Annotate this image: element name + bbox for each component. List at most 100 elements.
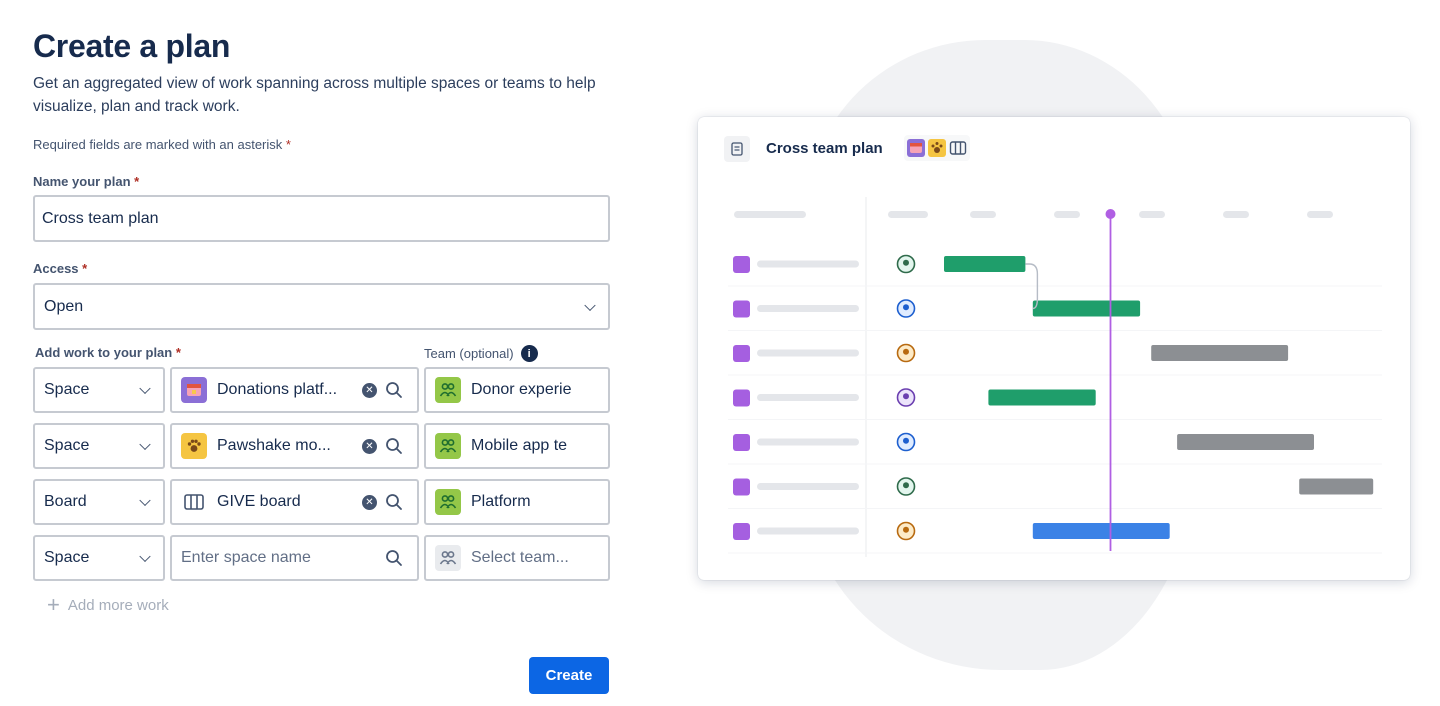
add-work-label: Add work to your plan * xyxy=(35,345,181,360)
timeline-bar xyxy=(988,389,1096,406)
search-icon[interactable] xyxy=(385,493,403,511)
team-picker[interactable]: Donor experie xyxy=(424,367,610,413)
required-marker: * xyxy=(134,174,140,189)
timeline-bar xyxy=(1177,434,1314,450)
work-source-value: GIVE board xyxy=(217,493,301,510)
date-placeholder xyxy=(1307,211,1333,218)
work-item-icon xyxy=(733,300,750,318)
plan-name-input[interactable]: Cross team plan xyxy=(33,195,610,242)
work-type-value: Space xyxy=(44,381,90,398)
avatar-face xyxy=(903,482,909,489)
team-picker[interactable]: Select team... xyxy=(424,535,610,581)
add-more-work-button[interactable]: + Add more work xyxy=(47,592,169,617)
timeline-chart xyxy=(728,197,1382,557)
required-marker: * xyxy=(82,261,88,276)
avatar-face xyxy=(903,393,909,400)
work-type-select[interactable]: Space xyxy=(33,423,165,469)
team-value: Platform xyxy=(471,493,531,510)
required-note-text: Required fields are marked with an aster… xyxy=(33,137,283,152)
required-marker: * xyxy=(175,345,181,360)
header-placeholder xyxy=(734,211,806,218)
timeline-bar xyxy=(1299,478,1374,495)
work-source-picker[interactable]: Pawshake mo... ✕ xyxy=(170,423,419,469)
space-name-placeholder: Enter space name xyxy=(181,549,311,566)
work-item-placeholder xyxy=(757,527,859,535)
work-item-icon xyxy=(733,256,750,273)
work-type-select[interactable]: Space xyxy=(33,367,165,413)
work-item-placeholder xyxy=(757,438,859,446)
work-type-value: Board xyxy=(44,493,87,510)
chevron-down-icon xyxy=(139,382,151,395)
work-type-select[interactable]: Board xyxy=(33,479,165,525)
team-icon xyxy=(435,545,461,571)
team-picker[interactable]: Platform xyxy=(424,479,610,525)
donations-space-icon xyxy=(181,377,207,403)
team-picker[interactable]: Mobile app te xyxy=(424,423,610,469)
date-placeholder xyxy=(1223,211,1249,218)
work-item-placeholder xyxy=(757,483,859,490)
info-icon[interactable]: i xyxy=(520,345,538,362)
chevron-down-icon xyxy=(139,494,151,507)
required-fields-note: Required fields are marked with an aster… xyxy=(33,137,291,152)
timeline-bar xyxy=(944,256,1026,272)
team-icon xyxy=(435,433,461,459)
access-label-text: Access xyxy=(33,261,79,276)
search-icon[interactable] xyxy=(385,549,403,567)
avatar-face xyxy=(903,437,909,444)
work-item-icon xyxy=(733,345,750,362)
work-source-picker[interactable]: Donations platf... ✕ xyxy=(170,367,419,413)
avatar-face xyxy=(903,259,909,266)
page-subtitle: Get an aggregated view of work spanning … xyxy=(33,75,596,115)
access-select[interactable]: Open xyxy=(33,283,610,330)
team-label: Team (optional) i xyxy=(424,345,538,362)
date-placeholder xyxy=(970,211,996,218)
team-value: Donor experie xyxy=(471,381,572,398)
search-icon[interactable] xyxy=(385,381,403,399)
work-source-value: Pawshake mo... xyxy=(217,437,331,454)
date-placeholder xyxy=(888,211,928,218)
add-more-work-label: Add more work xyxy=(67,596,169,614)
work-type-select[interactable]: Space xyxy=(33,535,165,581)
search-icon[interactable] xyxy=(385,437,403,455)
space-name-input[interactable]: Enter space name xyxy=(170,535,419,581)
team-icon xyxy=(435,377,461,403)
work-item-placeholder xyxy=(757,260,859,268)
chevron-down-icon xyxy=(584,299,596,311)
work-item-placeholder xyxy=(757,394,859,401)
work-type-value: Space xyxy=(44,549,90,566)
page-title: Create a plan xyxy=(33,28,231,64)
avatar-face xyxy=(903,348,909,355)
work-item-icon xyxy=(733,434,750,451)
name-label: Name your plan * xyxy=(33,174,139,189)
work-item-placeholder xyxy=(757,349,859,357)
timeline-bar xyxy=(1151,345,1289,361)
plus-icon: + xyxy=(47,592,60,617)
create-button[interactable]: Create xyxy=(529,657,609,694)
work-item-icon xyxy=(733,478,750,496)
access-value: Open xyxy=(44,297,84,315)
team-value: Mobile app te xyxy=(471,437,568,454)
team-placeholder: Select team... xyxy=(471,549,569,566)
name-label-text: Name your plan xyxy=(33,174,131,189)
work-source-picker[interactable]: GIVE board ✕ xyxy=(170,479,419,525)
date-placeholder xyxy=(1054,211,1080,218)
work-item-icon xyxy=(733,523,750,540)
clear-icon[interactable]: ✕ xyxy=(362,382,377,398)
date-placeholder xyxy=(1139,211,1165,218)
plan-preview-card: Cross team plan xyxy=(698,117,1410,580)
clear-icon[interactable]: ✕ xyxy=(362,494,377,510)
board-icon xyxy=(183,494,205,510)
work-item-icon xyxy=(733,389,750,407)
clear-icon[interactable]: ✕ xyxy=(362,438,377,454)
add-work-label-text: Add work to your plan xyxy=(35,345,173,360)
plan-name-value: Cross team plan xyxy=(42,209,159,227)
chevron-down-icon xyxy=(139,550,151,563)
timeline-bar xyxy=(1032,300,1141,317)
avatar-face xyxy=(903,304,909,311)
work-type-value: Space xyxy=(44,437,90,454)
team-icon xyxy=(435,489,461,515)
chevron-down-icon xyxy=(139,438,151,451)
required-marker: * xyxy=(285,137,291,152)
avatar-face xyxy=(903,526,909,533)
work-source-value: Donations platf... xyxy=(217,381,338,398)
